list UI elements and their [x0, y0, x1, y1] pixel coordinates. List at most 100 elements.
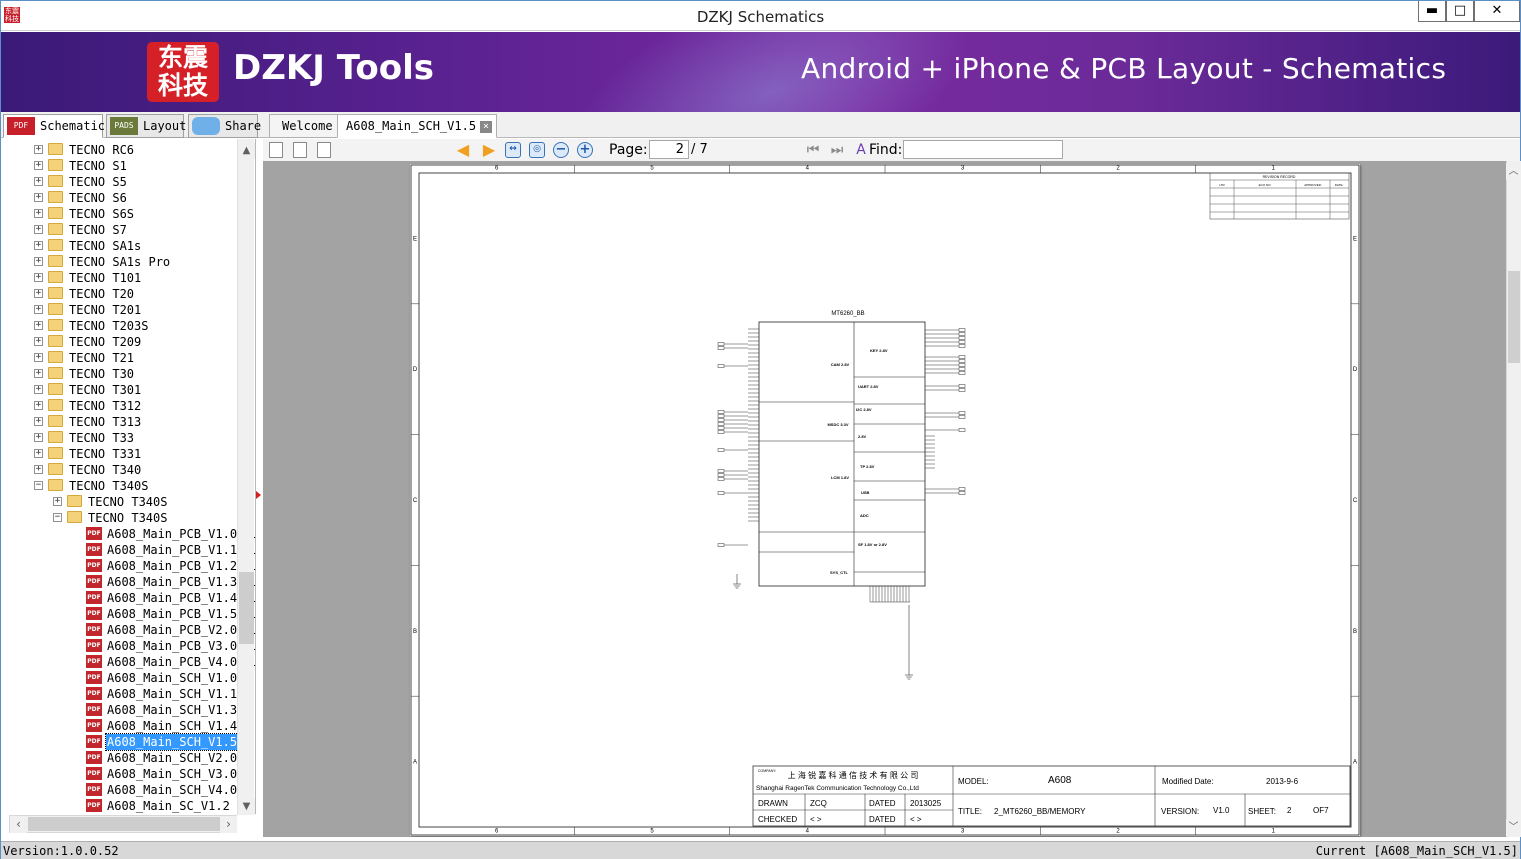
expand-icon[interactable]: + — [34, 177, 43, 186]
expand-icon[interactable]: + — [34, 353, 43, 362]
tree-scroll-thumb[interactable] — [239, 572, 254, 644]
tree-folder-item[interactable]: + TECNO T312 — [1, 398, 237, 414]
zoom-out-icon[interactable]: − — [553, 142, 569, 158]
tree-file-item[interactable]: PDF A608_Main_PCB_V1.1_PLA — [1, 542, 255, 558]
expand-icon[interactable]: + — [34, 369, 43, 378]
tab-layout[interactable]: PADS Layout — [106, 114, 186, 138]
scroll-up-icon[interactable]: ▲ — [238, 142, 255, 159]
tree-folder-item[interactable]: + TECNO T30 — [1, 366, 237, 382]
tree-file-item[interactable]: PDF A608_Main_SCH_V1.1 — [1, 686, 237, 702]
find-previous-icon[interactable]: ⏮ — [805, 142, 821, 158]
tree-folder-item[interactable]: − TECNO T340S — [1, 510, 237, 526]
tree-folder-item[interactable]: + TECNO RC6 — [1, 142, 237, 158]
collapse-icon[interactable]: − — [34, 481, 43, 490]
tree-folder-item[interactable]: + TECNO T313 — [1, 414, 237, 430]
expand-icon[interactable]: + — [34, 449, 43, 458]
expand-icon[interactable]: + — [34, 417, 43, 426]
tree-folder-item[interactable]: + TECNO T331 — [1, 446, 237, 462]
paste-document-icon[interactable] — [317, 142, 331, 158]
viewer-scroll-up-icon[interactable]: ︿ — [1506, 163, 1521, 180]
tree-file-item[interactable]: PDF A608_Main_PCB_V1.5_PLA — [1, 606, 255, 622]
close-button[interactable]: ✕ — [1474, 1, 1520, 22]
expand-icon[interactable]: + — [53, 497, 62, 506]
expand-icon[interactable]: + — [34, 321, 43, 330]
tree-file-item[interactable]: PDF A608_Main_SCH_V3.0 — [1, 766, 237, 782]
next-page-icon[interactable]: ▶ — [481, 142, 497, 158]
tab-welcome[interactable]: Welcome — [269, 114, 346, 138]
tree-folder-item[interactable]: + TECNO T340S — [1, 494, 237, 510]
tree-file-item[interactable]: PDF A608_Main_PCB_V1.0_PLA — [1, 526, 255, 542]
tree-file-item[interactable]: PDF A608_Main_SCH_V2.0 — [1, 750, 237, 766]
fit-width-icon[interactable]: ↔ — [505, 142, 521, 158]
expand-icon[interactable]: + — [34, 289, 43, 298]
panel-collapse-arrow-icon[interactable] — [256, 491, 261, 499]
tree-folder-item[interactable]: + TECNO SA1s Pro — [1, 254, 237, 270]
scroll-right-icon[interactable]: › — [220, 816, 237, 833]
open-document-icon[interactable] — [269, 142, 283, 158]
tree-file-item[interactable]: PDF A608_Main_SCH_V1.3 — [1, 702, 237, 718]
tree-folder-item[interactable]: + TECNO SA1s — [1, 238, 237, 254]
expand-icon[interactable]: + — [34, 225, 43, 234]
tree-hscroll-thumb[interactable] — [28, 817, 228, 831]
tree-folder-item[interactable]: + TECNO S6 — [1, 190, 237, 206]
expand-icon[interactable]: + — [34, 193, 43, 202]
find-next-icon[interactable]: ⏭ — [829, 142, 845, 158]
tree-file-item[interactable]: PDF A608_Main_SCH_V1.5 — [1, 733, 240, 751]
viewer-vertical-scrollbar[interactable]: ︿ ﹀ — [1506, 161, 1521, 837]
find-input[interactable] — [903, 140, 1063, 159]
viewer-scroll-thumb[interactable] — [1508, 271, 1520, 363]
expand-icon[interactable]: + — [34, 241, 43, 250]
tree-file-item[interactable]: PDF A608_Main_PCB_V1.4_PLA — [1, 590, 255, 606]
tree-folder-item[interactable]: + TECNO T203S — [1, 318, 237, 334]
scroll-left-icon[interactable]: ‹ — [10, 816, 27, 833]
tree-file-item[interactable]: PDF A608_Main_PCB_V2.0_PLA — [1, 622, 255, 638]
expand-icon[interactable]: + — [34, 209, 43, 218]
tree-file-item[interactable]: PDF A608_Main_SCH_V1.4 — [1, 718, 237, 734]
previous-page-icon[interactable]: ◀ — [455, 142, 471, 158]
tree-file-item[interactable]: PDF A608_Main_PCB_V3.0_PLA — [1, 638, 255, 654]
tree-folder-item[interactable]: + TECNO T101 — [1, 270, 237, 286]
expand-icon[interactable]: + — [34, 257, 43, 266]
expand-icon[interactable]: + — [34, 337, 43, 346]
tree-folder-item[interactable]: + TECNO T340 — [1, 462, 237, 478]
collapse-icon[interactable]: − — [53, 513, 62, 522]
match-case-icon[interactable]: A — [853, 142, 869, 158]
tree-folder-item[interactable]: + TECNO S1 — [1, 158, 237, 174]
page-number-input[interactable]: 2 — [649, 140, 689, 159]
tab-current-document[interactable]: A608_Main_SCH_V1.5 × — [337, 114, 498, 138]
tree-folder-item[interactable]: + TECNO T33 — [1, 430, 237, 446]
tree-folder-item[interactable]: + TECNO S6S — [1, 206, 237, 222]
tree-file-item[interactable]: PDF A608_Main_SCH_V4.0 — [1, 782, 237, 798]
tree-folder-item[interactable]: + TECNO T201 — [1, 302, 237, 318]
tree-folder-item[interactable]: + TECNO S7 — [1, 222, 237, 238]
tree-folder-item[interactable]: + TECNO T301 — [1, 382, 237, 398]
expand-icon[interactable]: + — [34, 385, 43, 394]
expand-icon[interactable]: + — [34, 273, 43, 282]
expand-icon[interactable]: + — [34, 465, 43, 474]
close-tab-icon[interactable]: × — [480, 120, 493, 133]
tree-file-item[interactable]: PDF A608_Main_PCB_V1.3_PLA — [1, 574, 255, 590]
tree-folder-item[interactable]: + TECNO T21 — [1, 350, 237, 366]
expand-icon[interactable]: + — [34, 401, 43, 410]
tree-folder-item[interactable]: + TECNO T20 — [1, 286, 237, 302]
tab-schematic[interactable]: PDF Schematic — [3, 114, 105, 138]
document-viewer[interactable]: 6 6 5 5 4 4 3 3 2 2 1 1 E E D D C C B B A A REVISION RECORD … — [263, 161, 1506, 837]
expand-icon[interactable]: + — [34, 145, 43, 154]
copy-document-icon[interactable] — [293, 142, 307, 158]
expand-icon[interactable]: + — [34, 433, 43, 442]
tab-share[interactable]: Share — [188, 114, 261, 138]
tree-horizontal-scrollbar[interactable]: ‹ › — [9, 815, 237, 833]
viewer-scroll-down-icon[interactable]: ﹀ — [1506, 819, 1521, 836]
tree-folder-item[interactable]: + TECNO S5 — [1, 174, 237, 190]
scroll-down-icon[interactable]: ▼ — [238, 798, 255, 815]
fit-page-icon[interactable]: ◎ — [529, 142, 545, 158]
tree-vertical-scrollbar[interactable]: ▲ ▼ — [237, 139, 255, 815]
zoom-in-icon[interactable]: + — [577, 142, 593, 158]
tree-file-item[interactable]: PDF A608_Main_SCH_V1.0 — [1, 670, 237, 686]
expand-icon[interactable]: + — [34, 161, 43, 170]
maximize-button[interactable]: □ — [1446, 1, 1474, 22]
tree-file-item[interactable]: PDF A608_Main_SC_V1.2 — [1, 798, 237, 814]
minimize-button[interactable]: ▬ — [1418, 1, 1446, 22]
tree-folder-item[interactable]: − TECNO T340S — [1, 478, 237, 494]
expand-icon[interactable]: + — [34, 305, 43, 314]
